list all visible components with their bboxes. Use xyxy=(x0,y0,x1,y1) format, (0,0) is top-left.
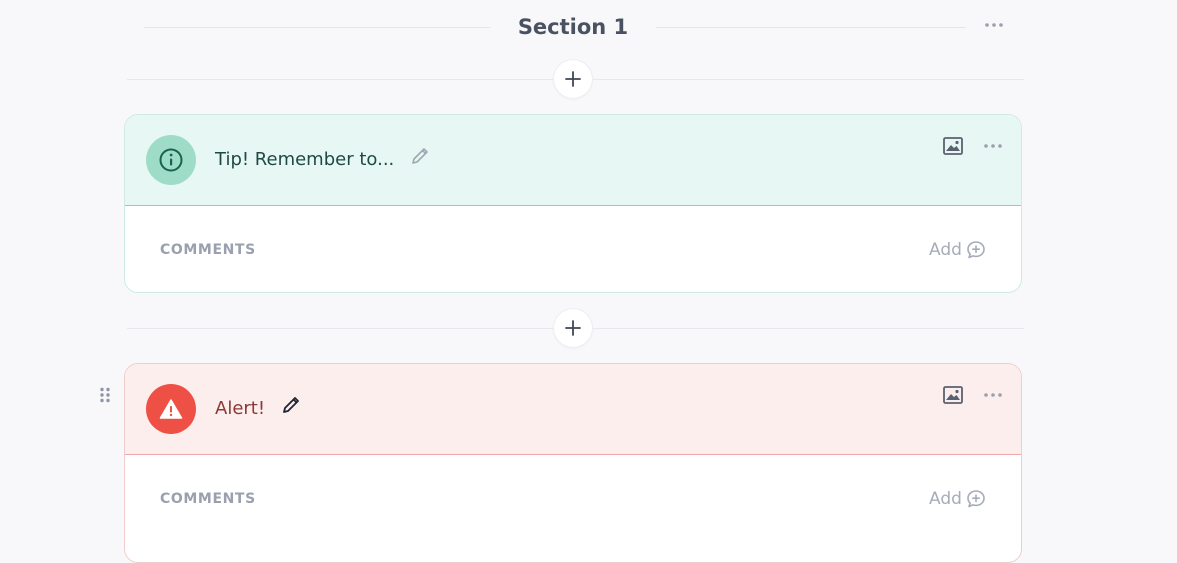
info-icon xyxy=(159,148,183,172)
add-block-divider xyxy=(127,60,1024,100)
alert-badge xyxy=(146,384,196,434)
drag-handle[interactable] xyxy=(97,386,113,404)
add-block-divider xyxy=(127,309,1024,349)
section-divider-right xyxy=(656,27,966,28)
warning-icon xyxy=(159,399,183,419)
more-horizontal-icon xyxy=(984,144,1002,148)
image-icon xyxy=(943,386,963,404)
alert-block-comments: COMMENTS Add xyxy=(125,455,1021,541)
tip-badge xyxy=(146,135,196,185)
plus-icon xyxy=(565,320,581,336)
image-icon xyxy=(943,137,963,155)
more-horizontal-icon xyxy=(984,393,1002,397)
comments-label: COMMENTS xyxy=(160,491,256,507)
drag-grip-icon xyxy=(100,387,110,403)
add-block-button[interactable] xyxy=(554,309,592,347)
plus-icon xyxy=(565,71,581,87)
pencil-icon xyxy=(283,397,299,413)
more-horizontal-icon xyxy=(985,23,1003,27)
block-more-button[interactable] xyxy=(981,386,1005,404)
add-block-button[interactable] xyxy=(554,60,592,98)
alert-title: Alert! xyxy=(215,398,266,419)
tip-block-header: Tip! Remember to... xyxy=(125,115,1021,206)
edit-title-button[interactable] xyxy=(280,394,302,416)
tip-block: Tip! Remember to... COMMENTS Add xyxy=(124,114,1022,293)
section-more-button[interactable] xyxy=(982,17,1006,33)
add-comment-label: Add xyxy=(929,240,962,260)
pencil-icon xyxy=(412,148,428,164)
edit-title-button[interactable] xyxy=(409,145,431,167)
block-more-button[interactable] xyxy=(981,137,1005,155)
section-divider-left xyxy=(144,27,490,28)
section-header: Section 1 xyxy=(144,6,1024,48)
add-comment-button[interactable]: Add xyxy=(929,488,986,510)
section-title[interactable]: Section 1 xyxy=(490,13,656,41)
add-image-button[interactable] xyxy=(942,135,964,157)
add-comment-button[interactable]: Add xyxy=(929,239,986,261)
comment-plus-icon xyxy=(967,241,985,259)
alert-block-header: Alert! xyxy=(125,364,1021,455)
alert-block: Alert! COMMENTS Add xyxy=(124,363,1022,563)
tip-block-comments: COMMENTS Add xyxy=(125,206,1021,292)
add-comment-label: Add xyxy=(929,489,962,509)
comment-plus-icon xyxy=(967,490,985,508)
tip-title: Tip! Remember to... xyxy=(215,149,395,170)
add-image-button[interactable] xyxy=(942,384,964,406)
comments-label: COMMENTS xyxy=(160,242,256,258)
